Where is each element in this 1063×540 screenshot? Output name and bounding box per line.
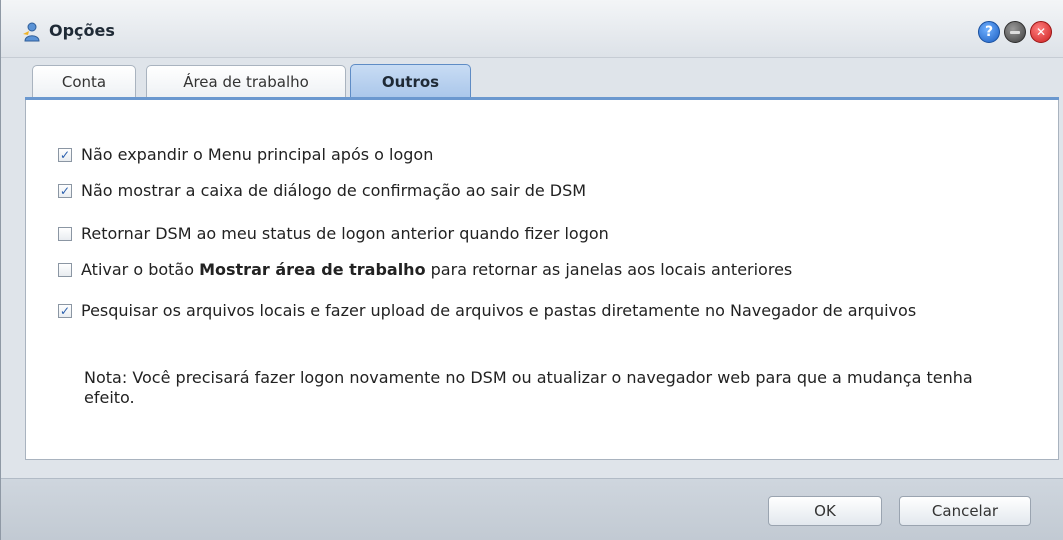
checkbox[interactable] xyxy=(58,263,72,277)
window-title: Opções xyxy=(49,21,115,40)
tab-label: Conta xyxy=(61,73,107,91)
cancel-label: Cancelar xyxy=(931,502,999,520)
close-button[interactable]: ✕ xyxy=(1030,21,1052,43)
checkbox[interactable]: ✓ xyxy=(58,148,72,162)
option-label: Pesquisar os arquivos locais e fazer upl… xyxy=(81,301,917,320)
option-label: Ativar o botão Mostrar área de trabalho … xyxy=(81,259,792,281)
ok-button[interactable]: OK xyxy=(768,496,882,526)
checkbox[interactable] xyxy=(58,227,72,241)
options-panel: ✓ Não expandir o Menu principal após o l… xyxy=(25,100,1059,460)
ok-label: OK xyxy=(814,502,836,520)
close-icon: ✕ xyxy=(1035,25,1047,39)
option-label-prefix: Ativar o botão xyxy=(81,260,200,279)
option-label-suffix: para retornar as janelas aos locais ante… xyxy=(425,260,793,279)
title-bar[interactable]: Opções ? ✕ xyxy=(1,0,1063,58)
tab-label: Área de trabalho xyxy=(183,73,309,91)
tab-strip: Conta Área de trabalho Outros xyxy=(1,58,1063,99)
option-row[interactable]: Ativar o botão Mostrar área de trabalho … xyxy=(58,259,792,281)
option-row[interactable]: Retornar DSM ao meu status de logon ante… xyxy=(58,223,609,245)
minimize-icon xyxy=(1010,30,1020,34)
option-label-bold: Mostrar área de trabalho xyxy=(199,260,426,279)
cancel-button[interactable]: Cancelar xyxy=(899,496,1031,526)
options-person-icon xyxy=(23,22,40,42)
option-label: Não mostrar a caixa de diálogo de confir… xyxy=(81,181,587,200)
minimize-button[interactable] xyxy=(1004,21,1026,43)
option-label: Não expandir o Menu principal após o log… xyxy=(81,145,434,164)
note-text: Nota: Você precisará fazer logon novamen… xyxy=(84,368,973,407)
tab-outros[interactable]: Outros xyxy=(350,64,471,99)
footer-bar: OK Cancelar xyxy=(1,478,1063,540)
options-dialog: Opções ? ✕ Conta Área de trabalho Outros… xyxy=(0,0,1063,540)
help-icon: ? xyxy=(984,24,994,40)
checkbox[interactable]: ✓ xyxy=(58,304,72,318)
option-row[interactable]: ✓ Pesquisar os arquivos locais e fazer u… xyxy=(58,300,1018,322)
tab-label: Outros xyxy=(381,73,440,91)
option-row[interactable]: ✓ Não expandir o Menu principal após o l… xyxy=(58,144,433,166)
checkbox[interactable]: ✓ xyxy=(58,184,72,198)
tab-area-de-trabalho[interactable]: Área de trabalho xyxy=(146,65,346,98)
option-row[interactable]: ✓ Não mostrar a caixa de diálogo de conf… xyxy=(58,180,586,202)
help-button[interactable]: ? xyxy=(978,21,1000,43)
tab-conta[interactable]: Conta xyxy=(32,65,136,98)
option-label: Retornar DSM ao meu status de logon ante… xyxy=(81,224,609,243)
